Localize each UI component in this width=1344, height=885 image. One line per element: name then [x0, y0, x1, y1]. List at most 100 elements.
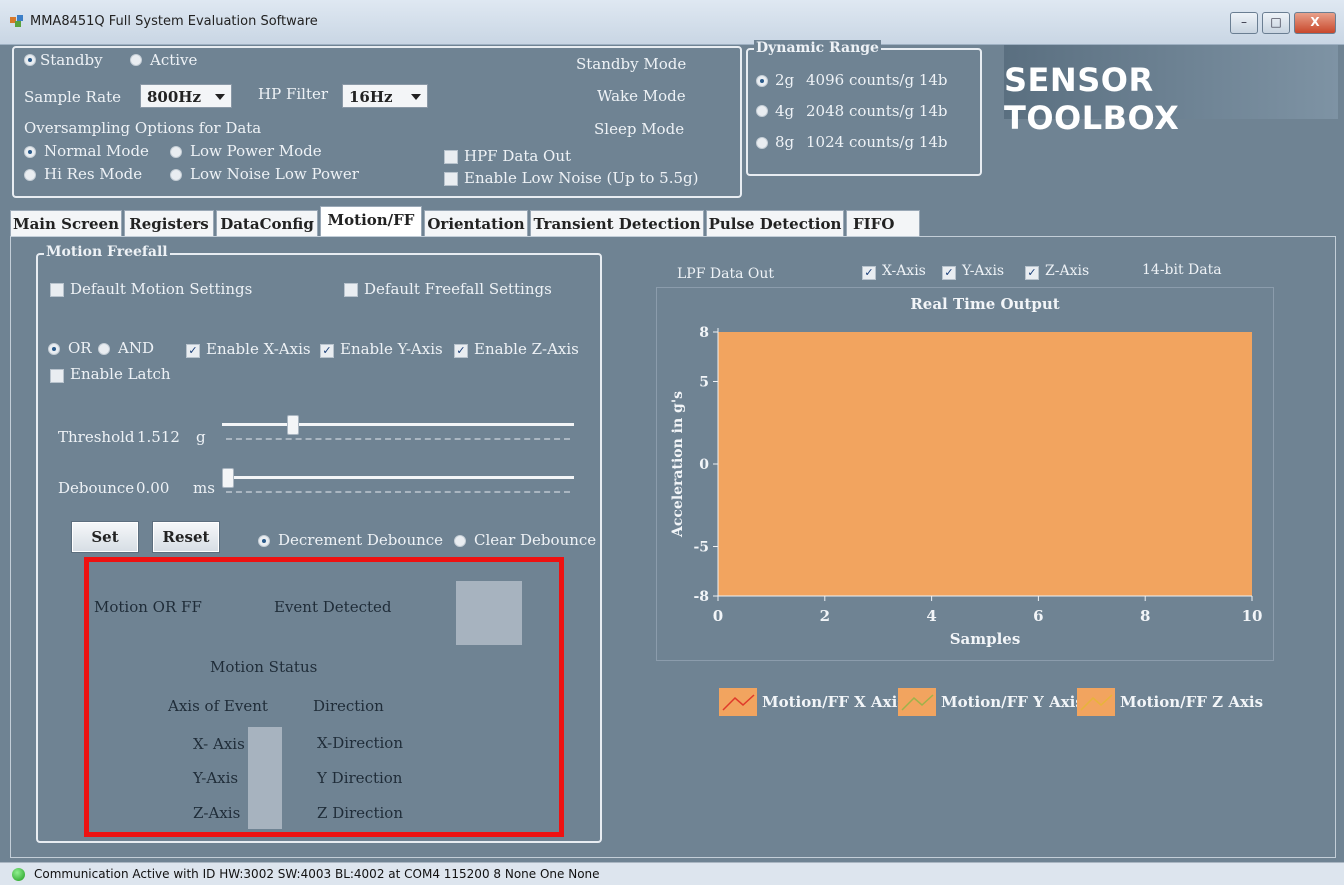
tab-dataconfig[interactable]: DataConfig: [216, 210, 318, 236]
motion-or-ff-label: Motion OR FF: [94, 598, 202, 616]
and-label: AND: [118, 339, 154, 357]
enable-z-axis-checkbox[interactable]: ✓: [454, 344, 468, 358]
title-bar: MMA8451Q Full System Evaluation Software…: [0, 0, 1344, 45]
motion-status-label: Motion Status: [210, 658, 318, 676]
sleep-mode-label: Sleep Mode: [594, 120, 685, 138]
hpf-data-out-checkbox[interactable]: [444, 150, 458, 164]
range-8g-radio[interactable]: [756, 137, 768, 149]
enable-x-axis-checkbox[interactable]: ✓: [186, 344, 200, 358]
default-motion-label: Default Motion Settings: [70, 280, 253, 298]
enable-low-noise-checkbox[interactable]: [444, 172, 458, 186]
debounce-label: Debounce: [58, 479, 135, 497]
tab-registers[interactable]: Registers: [124, 210, 214, 236]
enable-latch-label: Enable Latch: [70, 365, 171, 383]
tab-pulse-detection[interactable]: Pulse Detection: [706, 210, 844, 236]
hpf-data-out-label: HPF Data Out: [464, 147, 572, 165]
default-freefall-label: Default Freefall Settings: [364, 280, 552, 298]
range-2g-radio[interactable]: [756, 75, 768, 87]
status-text: Communication Active with ID HW:3002 SW:…: [34, 867, 600, 881]
threshold-slider-thumb[interactable]: [286, 415, 299, 435]
axis-indicator: [248, 727, 282, 829]
sample-rate-label: Sample Rate: [24, 88, 121, 106]
range-2g-label: 2g: [775, 71, 795, 89]
lpf-data-out-label: LPF Data Out: [677, 266, 774, 282]
oversampling-label: Oversampling Options for Data: [24, 119, 262, 137]
x-axis-label: X- Axis: [193, 735, 245, 753]
clear-debounce-label: Clear Debounce: [474, 531, 597, 549]
debounce-slider[interactable]: [222, 476, 574, 479]
default-motion-checkbox[interactable]: [50, 283, 64, 297]
clear-debounce-radio[interactable]: [454, 535, 466, 547]
chart-y-axis-label: Y-Axis: [962, 263, 1005, 279]
decrement-debounce-label: Decrement Debounce: [278, 531, 444, 549]
reset-button[interactable]: Reset: [153, 522, 219, 552]
threshold-slider-ticks: [226, 438, 570, 443]
and-radio[interactable]: [98, 343, 110, 355]
range-2g-counts: 4096 counts/g 14b: [806, 71, 948, 89]
active-radio[interactable]: [130, 54, 142, 66]
enable-z-axis-label: Enable Z-Axis: [474, 340, 579, 358]
dynamic-range-title: Dynamic Range: [754, 40, 881, 56]
or-label: OR: [68, 339, 92, 357]
maximize-button[interactable]: □: [1262, 12, 1290, 34]
default-freefall-checkbox[interactable]: [344, 283, 358, 297]
sample-rate-value: 800Hz: [147, 88, 202, 106]
status-bar: Communication Active with ID HW:3002 SW:…: [0, 862, 1344, 885]
app-icon: [10, 15, 23, 27]
chart-z-axis-checkbox[interactable]: ✓: [1025, 266, 1039, 280]
z-direction-label: Z Direction: [317, 804, 403, 822]
set-button[interactable]: Set: [72, 522, 138, 552]
enable-latch-checkbox[interactable]: [50, 369, 64, 383]
range-4g-counts: 2048 counts/g 14b: [806, 102, 948, 120]
low-power-mode-radio[interactable]: [170, 146, 182, 158]
range-4g-radio[interactable]: [756, 105, 768, 117]
chart-x-axis-checkbox[interactable]: ✓: [862, 266, 876, 280]
tab-fifo[interactable]: FIFO: [846, 210, 920, 236]
low-noise-low-power-label: Low Noise Low Power: [190, 165, 359, 183]
threshold-label: Threshold: [58, 428, 135, 446]
chart-frame: [656, 287, 1274, 661]
event-detected-label: Event Detected: [274, 598, 392, 616]
y-axis-label: Y-Axis: [193, 769, 239, 787]
hp-filter-select[interactable]: 16Hz: [342, 84, 428, 108]
axis-of-event-label: Axis of Event: [168, 697, 268, 715]
threshold-value: 1.512: [137, 428, 180, 446]
chevron-down-icon: [215, 94, 225, 100]
x-direction-label: X-Direction: [317, 734, 404, 752]
close-button[interactable]: X: [1294, 12, 1336, 34]
or-radio[interactable]: [48, 343, 60, 355]
debounce-slider-thumb[interactable]: [222, 468, 234, 488]
enable-low-noise-label: Enable Low Noise (Up to 5.5g): [464, 169, 699, 187]
app-window: MMA8451Q Full System Evaluation Software…: [0, 0, 1344, 885]
tab-orientation[interactable]: Orientation: [424, 210, 528, 236]
low-noise-low-power-radio[interactable]: [170, 169, 182, 181]
tab-transient-detection[interactable]: Transient Detection: [530, 210, 704, 236]
sample-rate-select[interactable]: 800Hz: [140, 84, 232, 108]
normal-mode-label: Normal Mode: [44, 142, 149, 160]
range-8g-counts: 1024 counts/g 14b: [806, 133, 948, 151]
standby-mode-label: Standby Mode: [576, 55, 687, 73]
motion-freefall-title: Motion Freefall: [44, 244, 170, 260]
chart-z-axis-label: Z-Axis: [1045, 263, 1090, 279]
hi-res-mode-label: Hi Res Mode: [44, 165, 143, 183]
tab-motion-ff[interactable]: Motion/FF: [320, 206, 422, 236]
tab-main-screen[interactable]: Main Screen: [10, 210, 122, 236]
debounce-unit: ms: [193, 479, 215, 497]
window-title: MMA8451Q Full System Evaluation Software: [30, 14, 318, 29]
wake-mode-label: Wake Mode: [597, 87, 686, 105]
enable-y-axis-checkbox[interactable]: ✓: [320, 344, 334, 358]
connection-status-icon: [12, 868, 25, 881]
minimize-button[interactable]: –: [1230, 12, 1258, 34]
normal-mode-radio[interactable]: [24, 146, 36, 158]
hi-res-mode-radio[interactable]: [24, 169, 36, 181]
debounce-value: 0.00: [136, 479, 170, 497]
decrement-debounce-radio[interactable]: [258, 535, 270, 547]
enable-x-axis-label: Enable X-Axis: [206, 340, 311, 358]
chart-y-axis-checkbox[interactable]: ✓: [942, 266, 956, 280]
chart-x-axis-label: X-Axis: [882, 263, 926, 279]
threshold-unit: g: [196, 428, 206, 446]
debounce-slider-ticks: [226, 491, 570, 496]
threshold-slider[interactable]: [222, 423, 574, 426]
standby-radio[interactable]: [24, 54, 36, 66]
logo-text: SENSOR TOOLBOX: [1004, 61, 1180, 137]
